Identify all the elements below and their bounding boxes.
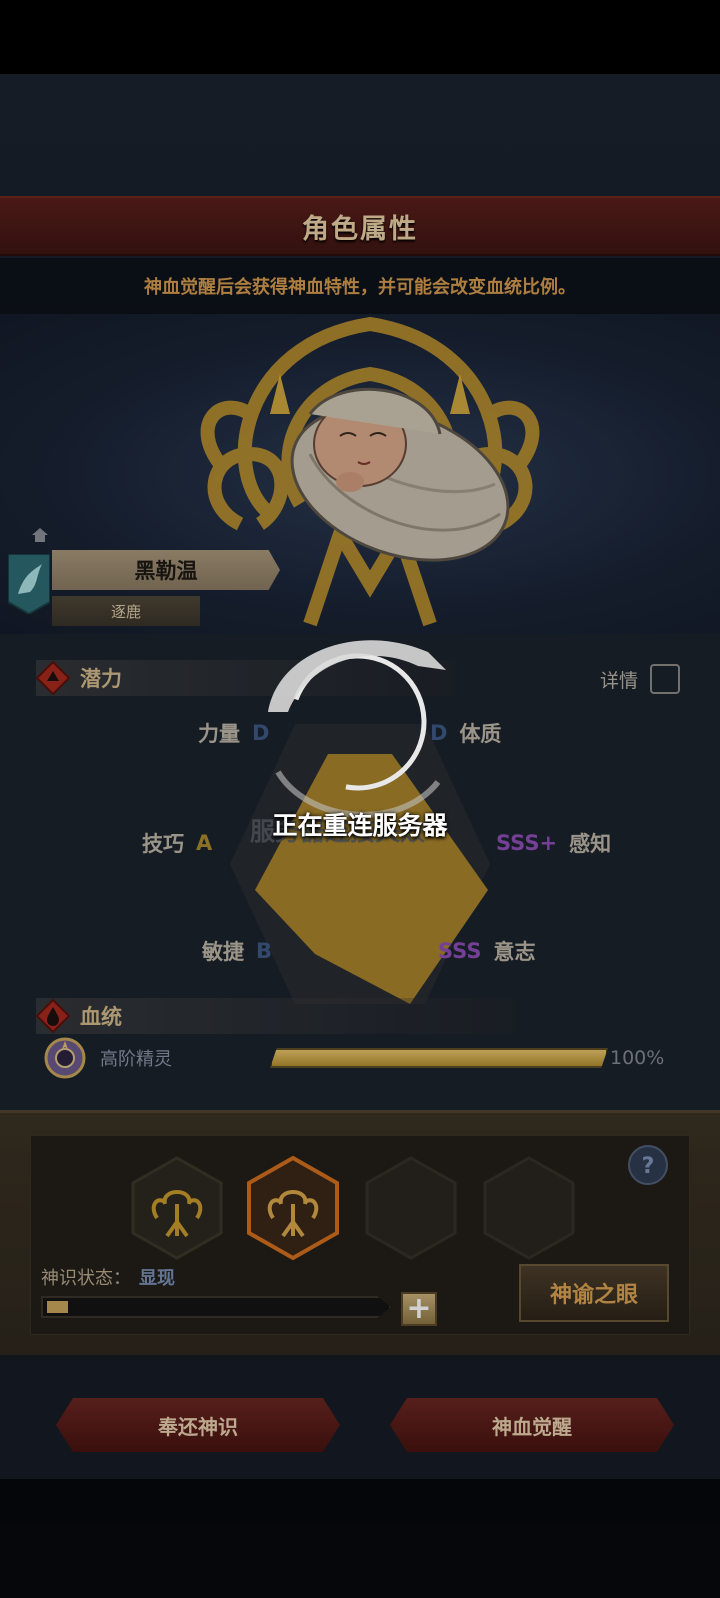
reconnect-message: 正在重连服务器	[272, 811, 448, 840]
game-screen: 角色属性 神血觉醒后会获得神血特性，并可能会改变血统比例。 黑勒温 逐鹿 潜力 …	[0, 0, 720, 1598]
